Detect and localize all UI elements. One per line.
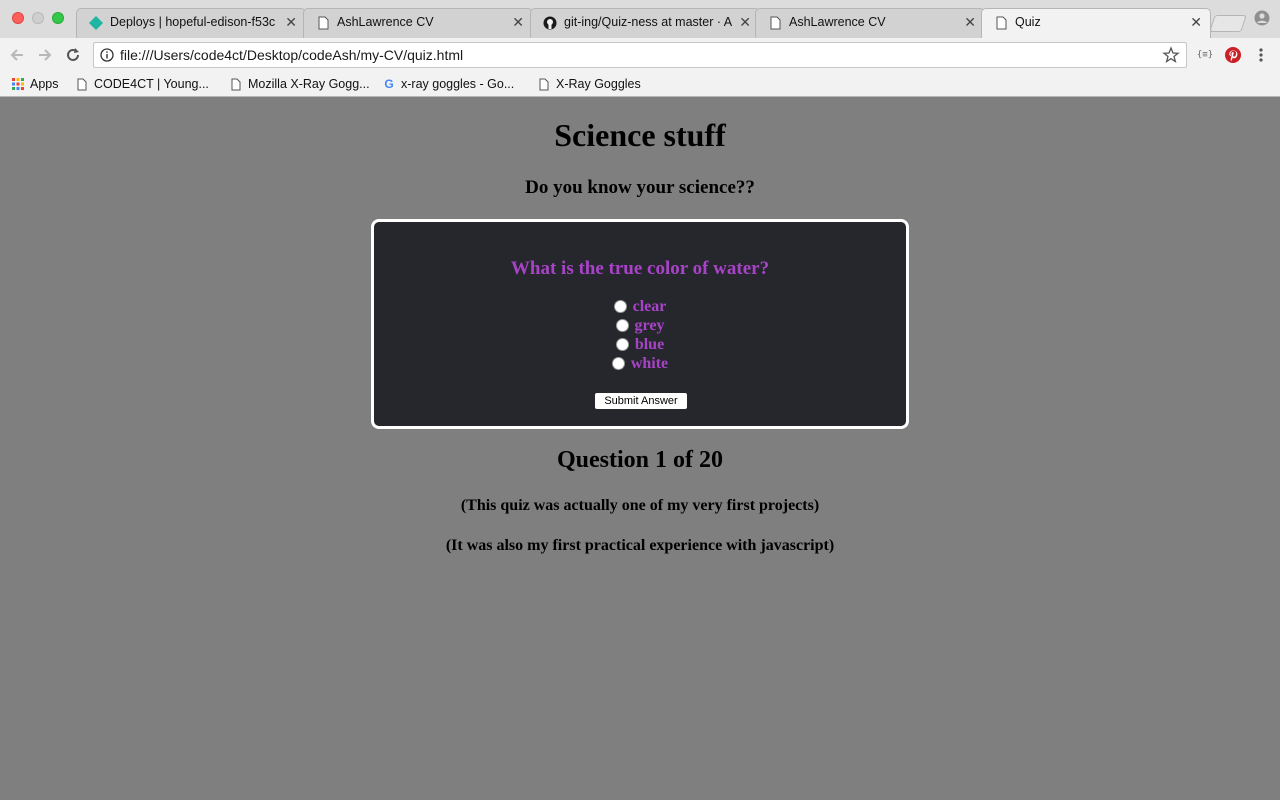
close-icon[interactable]: ✕ [1190,14,1202,31]
tab-title: git-ing/Quiz-ness at master · A [564,15,733,29]
bookmark-mozilla-xray[interactable]: Mozilla X-Ray Gogg... [230,75,370,93]
bookmark-label: Apps [30,77,59,91]
new-tab-button[interactable] [1209,15,1247,32]
github-icon [543,16,557,30]
page-icon [994,16,1008,30]
page-content: Science stuff Do you know your science??… [0,97,1280,800]
answer-label: grey [634,316,665,334]
answer-label: blue [634,335,665,353]
close-icon[interactable]: ✕ [739,14,751,31]
bookmark-label: X-Ray Goggles [556,77,641,91]
window-close-button[interactable] [12,12,24,24]
answer-option-white[interactable]: white [374,354,906,373]
answer-label: white [630,354,669,372]
quiz-question: What is the true color of water? [510,258,770,279]
close-icon[interactable]: ✕ [964,14,976,31]
tab-title: Quiz [1015,15,1041,29]
apps-grid-icon [12,77,24,91]
bookmarks-bar: Apps CODE4CT | Young... Mozilla X-Ray Go… [0,72,1280,97]
page-icon [768,16,782,30]
radio-button[interactable] [613,300,627,313]
answer-option-grey[interactable]: grey [374,316,906,335]
url-text[interactable]: file:///Users/code4ct/Desktop/codeAsh/my… [120,47,463,63]
address-bar[interactable]: file:///Users/code4ct/Desktop/codeAsh/my… [93,42,1187,68]
profile-icon[interactable] [1254,10,1270,26]
info-icon[interactable] [100,48,114,62]
tab-title: AshLawrence CV [789,15,886,29]
menu-icon[interactable] [1254,46,1268,64]
radio-button[interactable] [615,338,629,351]
bookmark-label: Mozilla X-Ray Gogg... [248,77,370,91]
answer-option-clear[interactable]: clear [374,297,906,316]
page-subtitle: Do you know your science?? [525,177,755,198]
page-icon [76,77,88,91]
window-minimize-button[interactable] [32,12,44,24]
page-icon [316,16,330,30]
tab-deploys[interactable]: Deploys | hopeful-edison-f53c ✕ [76,8,306,38]
quiz-card: What is the true color of water? clear g… [371,219,909,429]
tab-quiz[interactable]: Quiz ✕ [981,8,1211,39]
answer-option-blue[interactable]: blue [374,335,906,354]
radio-button[interactable] [611,357,625,370]
bookmark-star-icon[interactable] [1162,46,1180,64]
json-viewer-icon[interactable]: {≡} [1196,46,1214,64]
submit-answer-button[interactable]: Submit Answer [595,393,687,409]
window-maximize-button[interactable] [52,12,64,24]
tab-ashlawrence-cv[interactable]: AshLawrence CV ✕ [303,8,533,38]
answer-list: clear grey blue white [374,297,906,373]
page-icon [538,77,550,91]
reload-icon[interactable] [62,44,84,66]
bookmark-apps[interactable]: Apps [12,75,59,93]
tab-strip: Deploys | hopeful-edison-f53c ✕ AshLawre… [0,0,1280,39]
close-icon[interactable]: ✕ [512,14,524,31]
tab-title: Deploys | hopeful-edison-f53c [110,15,276,29]
bookmark-code4ct[interactable]: CODE4CT | Young... [76,75,209,93]
browser-chrome: Deploys | hopeful-edison-f53c ✕ AshLawre… [0,0,1280,97]
toolbar: file:///Users/code4ct/Desktop/codeAsh/my… [0,38,1280,72]
close-icon[interactable]: ✕ [285,14,297,31]
tab-github[interactable]: git-ing/Quiz-ness at master · A ✕ [530,8,760,38]
answer-label: clear [632,297,667,315]
tab-title: AshLawrence CV [337,15,434,29]
bookmark-label: CODE4CT | Young... [94,77,209,91]
question-progress: Question 1 of 20 [556,447,723,473]
bookmark-xray-goggles[interactable]: X-Ray Goggles [538,75,641,93]
netlify-icon [89,16,103,30]
tab-ashlawrence-cv-2[interactable]: AshLawrence CV ✕ [755,8,985,38]
note-first-javascript: (It was also my first practical experien… [445,537,835,554]
bookmark-label: x-ray goggles - Go... [401,77,515,91]
pinterest-icon[interactable] [1224,46,1242,64]
bookmark-google-xray[interactable]: G x-ray goggles - Go... [383,75,514,93]
radio-button[interactable] [615,319,629,332]
back-icon[interactable] [6,44,28,66]
page-icon [230,77,242,91]
note-first-project: (This quiz was actually one of my very f… [460,497,820,514]
page-title: Science stuff [554,117,726,153]
google-icon: G [384,77,394,91]
forward-icon[interactable] [34,44,56,66]
